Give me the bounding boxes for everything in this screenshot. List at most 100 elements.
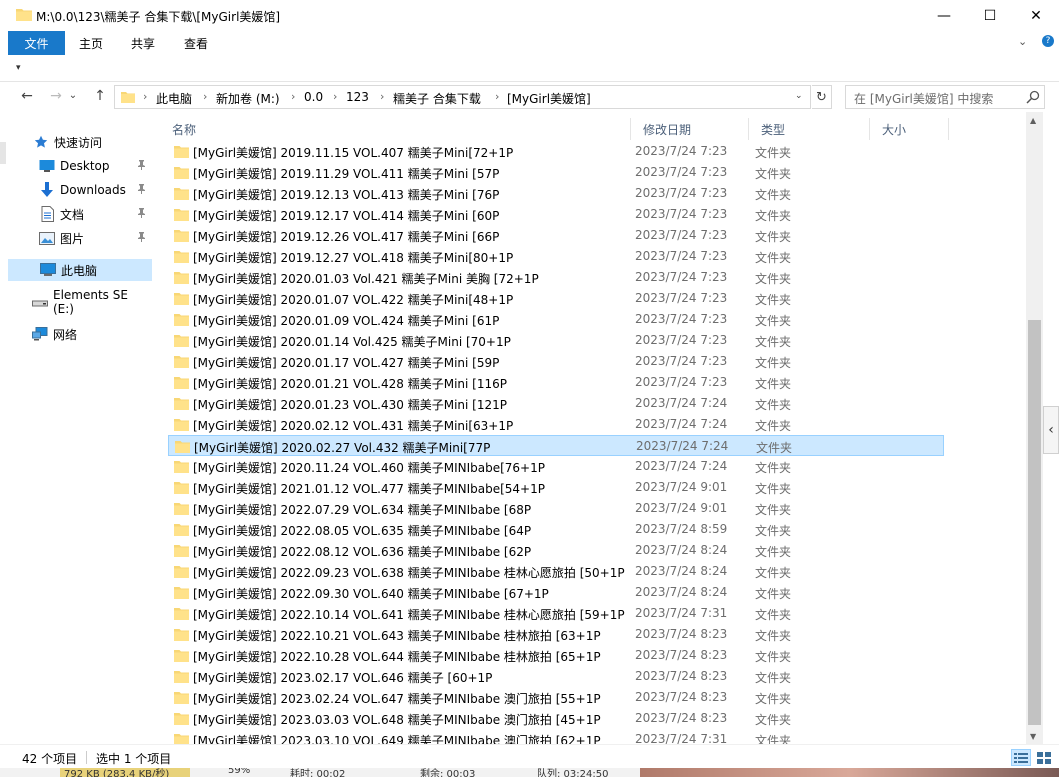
tab-share[interactable]: 共享 [131,31,155,55]
forward-button[interactable]: → [46,88,66,104]
table-row[interactable]: [MyGirl美媛馆] 2022.09.30 VOL.640 糯美子MINIba… [168,582,944,603]
file-type: 文件夹 [755,587,792,601]
table-row[interactable]: [MyGirl美媛馆] 2020.01.23 VOL.430 糯美子Mini [… [168,393,944,414]
search-icon[interactable] [1026,90,1040,104]
table-row[interactable]: [MyGirl美媛馆] 2021.01.12 VOL.477 糯美子MINIba… [168,477,944,498]
recent-locations-icon[interactable]: ⌄ [67,90,79,101]
table-row[interactable]: [MyGirl美媛馆] 2022.10.21 VOL.643 糯美子MINIba… [168,624,944,645]
file-date: 2023/7/24 8:59 [635,522,728,536]
sidebar-item-pictures[interactable]: 图片 [0,227,152,249]
scrollbar-thumb[interactable] [1028,320,1041,725]
sidebar-item-quick-access[interactable]: 快速访问 [0,131,152,153]
tab-home[interactable]: 主页 [79,31,103,55]
details-view-button[interactable] [1011,749,1031,766]
table-row[interactable]: [MyGirl美媛馆] 2022.09.23 VOL.638 糯美子MINIba… [168,561,944,582]
background-text: 耗时: 00:02 [290,769,346,777]
file-type: 文件夹 [755,251,792,265]
sidebar-item-network[interactable]: 网络 [0,323,152,345]
close-button[interactable]: ✕ [1013,0,1059,31]
table-row[interactable]: [MyGirl美媛馆] 2022.07.29 VOL.634 糯美子MINIba… [168,498,944,519]
table-row[interactable]: [MyGirl美媛馆] 2019.11.15 VOL.407 糯美子Mini[7… [168,141,944,162]
star-icon [33,134,49,150]
table-row[interactable]: [MyGirl美媛馆] 2020.02.27 Vol.432 糯美子Mini[7… [168,435,944,456]
sidebar-item-label: Downloads [60,183,126,197]
file-date: 2023/7/24 9:01 [635,480,728,494]
column-header-date[interactable]: 修改日期 [631,118,749,140]
sidebar-item-downloads[interactable]: Downloads [0,179,152,201]
table-row[interactable]: [MyGirl美媛馆] 2023.02.24 VOL.647 糯美子MINIba… [168,687,944,708]
tab-view[interactable]: 查看 [184,31,208,55]
table-row[interactable]: [MyGirl美媛馆] 2019.12.17 VOL.414 糯美子Mini [… [168,204,944,225]
table-row[interactable]: [MyGirl美媛馆] 2020.01.03 Vol.421 糯美子Mini 美… [168,267,944,288]
tab-file[interactable]: 文件 [8,31,65,55]
table-row[interactable]: [MyGirl美媛馆] 2020.01.21 VOL.428 糯美子Mini [… [168,372,944,393]
table-row[interactable]: [MyGirl美媛馆] 2022.08.05 VOL.635 糯美子MINIba… [168,519,944,540]
address-dropdown-icon[interactable]: ⌄ [795,91,803,101]
table-row[interactable]: [MyGirl美媛馆] 2020.02.12 VOL.431 糯美子Mini[6… [168,414,944,435]
breadcrumb-separator[interactable]: › [291,90,295,103]
table-row[interactable]: [MyGirl美媛馆] 2020.11.24 VOL.460 糯美子MINIba… [168,456,944,477]
table-row[interactable]: [MyGirl美媛馆] 2022.08.12 VOL.636 糯美子MINIba… [168,540,944,561]
table-row[interactable]: [MyGirl美媛馆] 2023.03.10 VOL.649 糯美子MINIba… [168,729,944,744]
table-row[interactable]: [MyGirl美媛馆] 2020.01.17 VOL.427 糯美子Mini [… [168,351,944,372]
breadcrumb-separator[interactable]: › [203,90,207,103]
back-button[interactable]: ← [17,88,37,104]
column-header-name[interactable]: 名称 [160,118,631,140]
table-row[interactable]: [MyGirl美媛馆] 2022.10.14 VOL.641 糯美子MINIba… [168,603,944,624]
minimize-button[interactable]: — [921,0,967,31]
column-header-size[interactable]: 大小 [870,118,949,140]
sidebar-item-documents[interactable]: 文档 [0,203,152,225]
file-type: 文件夹 [755,335,792,349]
sidebar-item-label: 此电脑 [61,263,98,278]
collapse-pane-button[interactable]: ‹ [1043,406,1059,454]
breadcrumb-this-pc[interactable]: 此电脑 [156,90,192,107]
table-row[interactable]: [MyGirl美媛馆] 2023.03.03 VOL.648 糯美子MINIba… [168,708,944,729]
breadcrumb-folder-123[interactable]: 123 [346,90,369,104]
column-headers: 名称 修改日期 类型 大小 [160,118,1026,140]
background-window-strip: 792 KB (283.4 KB/秒) 59% 耗时: 00:02 剩余: 00… [0,768,1059,777]
sidebar-item-elements-se[interactable]: Elements SE (E:) [0,288,152,316]
scroll-down-icon[interactable]: ▼ [1030,732,1036,741]
folder-icon [174,671,189,683]
scroll-up-icon[interactable]: ▲ [1030,116,1036,125]
file-name: [MyGirl美媛馆] 2019.12.13 VOL.413 糯美子Mini [… [193,188,500,202]
column-header-type[interactable]: 类型 [749,118,870,140]
file-name: [MyGirl美媛馆] 2022.08.12 VOL.636 糯美子MINIba… [193,545,532,559]
help-icon[interactable]: ? [1042,35,1054,47]
table-row[interactable]: [MyGirl美媛馆] 2020.01.14 Vol.425 糯美子Mini [… [168,330,944,351]
table-row[interactable]: [MyGirl美媛馆] 2019.12.27 VOL.418 糯美子Mini[8… [168,246,944,267]
breadcrumb-separator[interactable]: › [143,90,147,103]
address-bar[interactable]: › 此电脑 › 新加卷 (M:) › 0.0 › 123 › 糯美子 合集下载 … [114,85,811,109]
search-input[interactable]: 在 [MyGirl美媛馆] 中搜索 [845,85,1045,109]
folder-icon [174,356,189,368]
sidebar-item-this-pc[interactable]: 此电脑 [8,259,152,281]
table-row[interactable]: [MyGirl美媛馆] 2020.01.09 VOL.424 糯美子Mini [… [168,309,944,330]
maximize-button[interactable]: ☐ [967,0,1013,31]
breadcrumb-collection[interactable]: 糯美子 合集下载 [393,90,481,107]
breadcrumb-drive-m[interactable]: 新加卷 (M:) [216,90,280,107]
refresh-button[interactable]: ↻ [812,85,832,109]
up-button[interactable]: ↑ [90,88,110,104]
large-icons-view-button[interactable] [1034,749,1054,766]
folder-icon [174,650,189,662]
close-icon: ✕ [1030,7,1042,24]
table-row[interactable]: [MyGirl美媛馆] 2019.12.26 VOL.417 糯美子Mini [… [168,225,944,246]
ribbon-expand-icon[interactable]: ⌄ [1018,35,1027,48]
customize-toolbar-icon[interactable]: ▾ [16,63,21,73]
table-row[interactable]: [MyGirl美媛馆] 2019.11.29 VOL.411 糯美子Mini [… [168,162,944,183]
table-row[interactable]: [MyGirl美媛馆] 2020.01.07 VOL.422 糯美子Mini[4… [168,288,944,309]
sidebar-item-desktop[interactable]: Desktop [0,155,152,177]
breadcrumb-separator[interactable]: › [380,90,384,103]
table-row[interactable]: [MyGirl美媛馆] 2023.02.17 VOL.646 糯美子 [60+1… [168,666,944,687]
download-icon [39,182,55,198]
breadcrumb-folder-0-0[interactable]: 0.0 [304,90,323,104]
vertical-scrollbar[interactable]: ▲ ▼ [1026,112,1043,744]
table-row[interactable]: [MyGirl美媛馆] 2022.10.28 VOL.644 糯美子MINIba… [168,645,944,666]
breadcrumb-separator[interactable]: › [333,90,337,103]
breadcrumb-current[interactable]: [MyGirl美媛馆] [507,90,591,107]
file-name: [MyGirl美媛馆] 2021.01.12 VOL.477 糯美子MINIba… [193,482,545,496]
file-name: [MyGirl美媛馆] 2020.02.27 Vol.432 糯美子Mini[7… [194,441,491,455]
table-row[interactable]: [MyGirl美媛馆] 2019.12.13 VOL.413 糯美子Mini [… [168,183,944,204]
breadcrumb-separator[interactable]: › [495,90,499,103]
drive-icon [32,294,48,310]
